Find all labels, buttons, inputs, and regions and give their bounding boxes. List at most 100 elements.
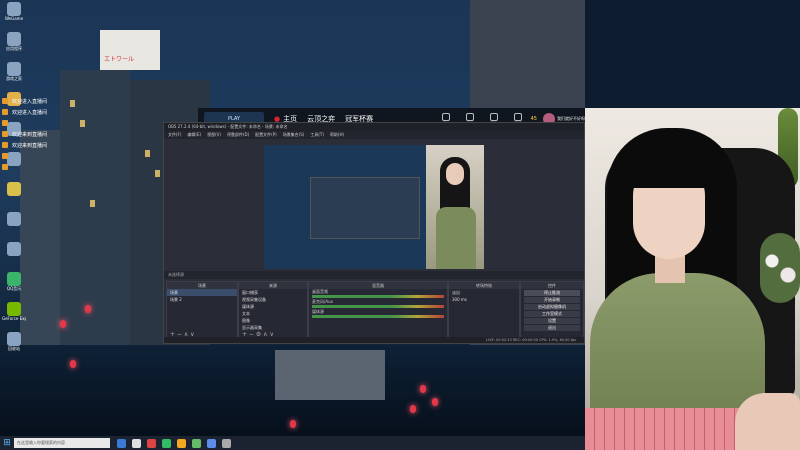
taskbar: ⊞ 在这里输入你要搜索的内容 [0,436,585,450]
source-item[interactable]: 图像 [239,317,307,324]
start-button[interactable]: ⊞ [0,436,14,450]
window-light [155,170,160,177]
desktop-icon[interactable]: 回收站 [2,332,26,358]
app-icon [7,182,21,196]
source-item[interactable]: 视频采集设备 [239,296,307,303]
chat-text: 欢迎来到直播间 [12,131,48,138]
sign-board: エトワール [100,30,160,70]
desktop-icon[interactable] [2,212,26,238]
control-button[interactable]: 工作室模式 [524,311,580,317]
transitions-dock: 转场特效 淡出 300 ms [448,281,520,341]
app-icon [7,242,21,256]
user-level-badge [2,120,8,126]
lantern [85,305,91,313]
control-button[interactable]: 停止推流 [524,290,580,296]
obs-preview[interactable] [264,145,484,269]
controls-dock: 控件 停止推流 开始录制 启动虚拟摄像机 工作室模式 设置 退出 [520,281,584,341]
volume-meter[interactable] [312,295,444,298]
chat-message: 欢迎来到直播间 [2,129,112,139]
taskbar-app-icon[interactable] [177,438,186,448]
lantern [432,398,438,406]
source-toolbar: 未选择源 [164,271,584,279]
mixer-channel[interactable]: 媒体源 [309,309,447,319]
audio-mixer-dock: 混音器 桌面音频 麦克风/Aux 媒体源 [308,281,448,341]
obs-menu-item[interactable]: 视图(V) [207,132,221,138]
control-button[interactable]: 退出 [524,325,580,331]
scene-list: 场景 场景 2 [167,289,237,303]
control-button[interactable]: 开始录制 [524,297,580,303]
chat-text: 欢迎来到直播间 [12,142,48,149]
chat-message [2,162,112,172]
taskbar-app-icon[interactable] [117,438,126,448]
obs-menu-item[interactable]: 帮助(H) [330,132,344,138]
chat-message: 欢迎进入直播间 [2,96,112,106]
desktop-icon-label: WeGame [4,16,24,21]
obs-menu-item[interactable]: 文件(F) [168,132,181,138]
source-item[interactable]: 媒体源 [239,303,307,310]
taskbar-app-icon[interactable] [132,438,141,448]
lantern [410,405,416,413]
desktop-icon[interactable]: QQ音乐 [2,272,26,298]
sign-text: エトワール [104,56,135,63]
user-level-badge [2,153,8,159]
scene-item[interactable]: 场景 [167,289,237,296]
desktop-icon[interactable]: 应用程序 [2,32,26,58]
streamer-hand [735,393,800,450]
obs-menu-item[interactable]: 停靠部件(D) [227,132,249,138]
taskbar-app-icon[interactable] [222,438,231,448]
controls-list: 停止推流 开始录制 启动虚拟摄像机 工作室模式 设置 退出 [521,290,583,331]
desktop-icon-label: 应用程序 [6,46,22,51]
preview-webcam [426,145,484,269]
controls-header: 控件 [521,282,583,289]
window-light [145,150,150,157]
desktop-icon-label: GeForce Experience [2,316,26,321]
chat-message [2,118,112,128]
desktop-icon[interactable] [2,242,26,268]
app-icon [7,272,21,286]
flower-vase [760,233,800,303]
source-item[interactable]: 文本 [239,310,307,317]
obs-menu-item[interactable]: 编辑(E) [187,132,201,138]
boat [275,350,385,400]
volume-meter[interactable] [312,305,444,308]
transition-type[interactable]: 淡出 [449,289,519,296]
mixer-channel[interactable]: 麦克风/Aux [309,299,447,309]
taskbar-app-icon[interactable] [207,438,216,448]
app-icon [7,332,21,346]
sources-dock: 来源 窗口捕获 视频采集设备 媒体源 文本 图像 显示器采集 + − ⚙ ∧ ∨ [238,281,308,341]
desktop-icon-label: 回收站 [8,346,20,351]
obs-status-bar: LIVE: 00:52:13 REC: 00:00:00 CPU: 1.9%, … [164,337,584,343]
source-item[interactable]: 窗口捕获 [239,289,307,296]
volume-meter[interactable] [312,315,444,318]
taskbar-search-input[interactable]: 在这里输入你要搜索的内容 [14,438,110,448]
desktop-icon[interactable]: 游戏之家 [2,62,26,88]
mixer-list: 桌面音频 麦克风/Aux 媒体源 [309,289,447,319]
desktop-icon[interactable] [2,182,26,208]
taskbar-app-icon[interactable] [192,438,201,448]
app-icon [7,32,21,46]
desktop-icon[interactable]: GeForce Experience [2,302,26,328]
transition-duration[interactable]: 300 ms [449,296,519,303]
lantern [420,385,426,393]
mixer-channel[interactable]: 桌面音频 [309,289,447,299]
user-level-badge [2,164,8,170]
app-icon [7,212,21,226]
taskbar-app-icon[interactable] [162,438,171,448]
obs-title-bar: OBS 27.2.4 (64-bit, windows) - 配置文件: 未命名… [164,123,584,131]
danmaku-chat: 欢迎进入直播间 欢迎进入直播间 欢迎来到直播间 欢迎来到直播间 [2,96,112,173]
obs-menu-item[interactable]: 场景集合(S) [283,132,305,138]
desktop-icon[interactable]: WeGame [2,2,26,28]
chat-text: 欢迎进入直播间 [12,109,48,116]
control-button[interactable]: 设置 [524,318,580,324]
scene-item[interactable]: 场景 2 [167,296,237,303]
source-item[interactable]: 显示器采集 [239,324,307,331]
control-button[interactable]: 启动虚拟摄像机 [524,304,580,310]
taskbar-app-icon[interactable] [147,438,156,448]
chat-text: 欢迎进入直播间 [12,98,48,105]
obs-menu-item[interactable]: 工具(T) [310,132,324,138]
chat-message: 欢迎进入直播间 [2,107,112,117]
taskbar-apps [114,438,234,448]
app-icon [7,302,21,316]
webcam-feed [585,108,800,450]
obs-menu-item[interactable]: 配置文件(P) [255,132,277,138]
